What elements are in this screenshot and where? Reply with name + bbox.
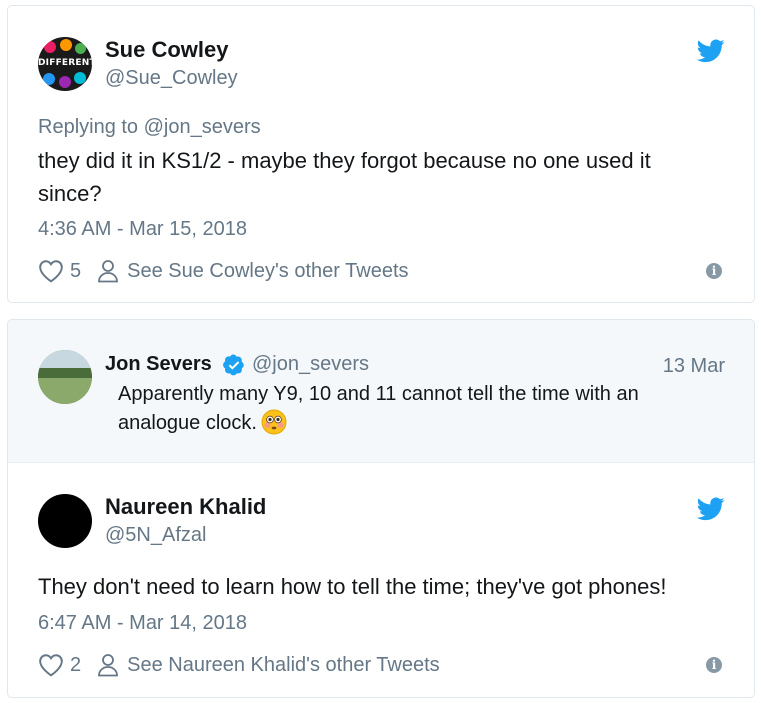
avatar-naureen-khalid[interactable] [38, 494, 92, 548]
quoted-text: Apparently many Y9, 10 and 11 cannot tel… [118, 380, 718, 438]
quoted-text-line: Apparently many Y9, 10 and 11 cannot tel… [118, 383, 639, 405]
quoted-author-name[interactable]: Jon Severs [105, 353, 212, 376]
info-icon[interactable]: i [706, 263, 722, 279]
avatar-dot [74, 72, 86, 84]
tweet-card-sue: DIFFERENT Sue Cowley @Sue_Cowley Replyin… [7, 5, 755, 303]
heart-icon[interactable] [38, 259, 64, 283]
tweet-actions: 5 See Sue Cowley's other Tweets [38, 257, 409, 285]
other-tweets-link[interactable]: See Sue Cowley's other Tweets [127, 260, 408, 283]
avatar-dot [60, 39, 72, 51]
tweet-card-naureen: Jon Severs @jon_severs 13 Mar Apparently… [7, 319, 755, 698]
like-count[interactable]: 5 [70, 260, 81, 283]
avatar-dot [44, 41, 56, 53]
avatar-field [38, 378, 92, 404]
verified-badge-icon [223, 354, 244, 376]
twitter-bird-icon[interactable] [697, 497, 725, 521]
flushed-face-emoji [261, 409, 287, 435]
author-name[interactable]: Naureen Khalid [105, 494, 266, 520]
avatar-jon-severs[interactable] [38, 350, 92, 404]
tweet-timestamp[interactable]: 4:36 AM - Mar 15, 2018 [38, 218, 247, 241]
quoted-text-line-with-emoji: analogue clock. [118, 409, 718, 438]
avatar-label: DIFFERENT [38, 58, 92, 68]
person-icon [98, 260, 119, 283]
avatar-dot [75, 43, 86, 54]
person-icon [98, 654, 119, 677]
twitter-bird-icon[interactable] [697, 39, 725, 63]
quoted-text-line: analogue clock. [118, 412, 257, 434]
avatar-sue-cowley[interactable]: DIFFERENT [38, 37, 92, 91]
tweet-actions: 2 See Naureen Khalid's other Tweets [38, 651, 440, 679]
info-icon[interactable]: i [706, 657, 722, 673]
tweet-timestamp[interactable]: 6:47 AM - Mar 14, 2018 [38, 612, 247, 635]
like-count[interactable]: 2 [70, 654, 81, 677]
author-handle[interactable]: @Sue_Cowley [105, 67, 238, 90]
quoted-author-handle[interactable]: @jon_severs [252, 353, 369, 376]
tweet-text: They don't need to learn how to tell the… [38, 574, 667, 599]
author-name[interactable]: Sue Cowley [105, 37, 228, 63]
tweet-text-line: since? [38, 181, 102, 206]
other-tweets-link[interactable]: See Naureen Khalid's other Tweets [127, 654, 440, 677]
replying-to[interactable]: Replying to @jon_severs [38, 116, 261, 139]
author-handle[interactable]: @5N_Afzal [105, 524, 206, 547]
avatar-trees [38, 368, 92, 378]
heart-icon[interactable] [38, 653, 64, 677]
avatar-dot [43, 73, 55, 85]
tweet-text-line: they did it in KS1/2 - maybe they forgot… [38, 148, 651, 173]
quoted-tweet[interactable]: Jon Severs @jon_severs 13 Mar Apparently… [8, 320, 754, 463]
avatar-dot [59, 76, 71, 88]
tweet-text: they did it in KS1/2 - maybe they forgot… [38, 144, 651, 210]
quoted-date[interactable]: 13 Mar [663, 355, 725, 378]
